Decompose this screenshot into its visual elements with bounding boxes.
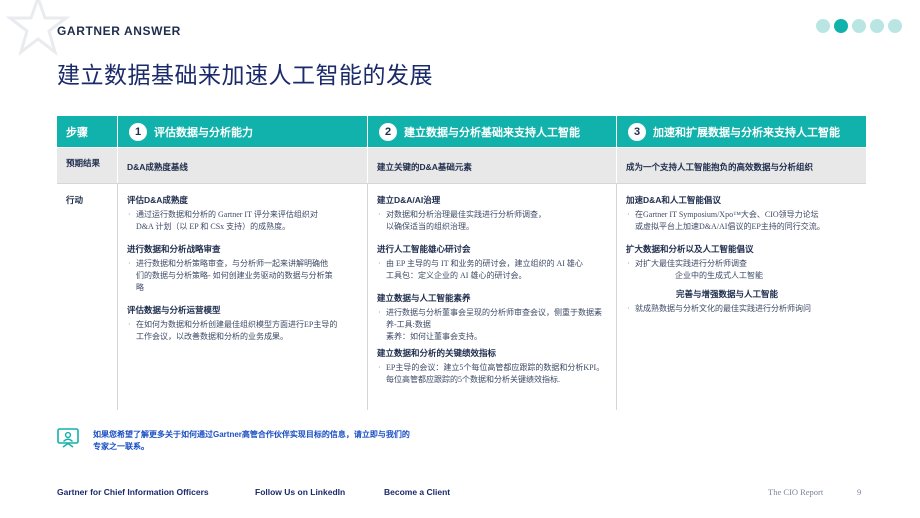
progress-dot [870, 19, 884, 33]
page-number: 9 [857, 487, 862, 497]
brand-name: GARTNER ANSWER [57, 24, 181, 38]
action-bullet: 在如何为数据和分析创建最佳组织模型方面进行EP主导的 工作会议，以改善数据和分析… [127, 319, 367, 343]
action-title: 进行人工智能雄心研讨会 [377, 244, 471, 254]
action-label: 行动 [66, 195, 84, 205]
result-label: 预期结果 [66, 158, 101, 168]
action-title: 完善与增强数据与人工智能 [676, 289, 779, 299]
action-bullet: 由 EP 主导的与 IT 和业务的研讨会，建立组织的 AI 雄心 工具包：定义企… [377, 258, 616, 282]
footer-link-become-client[interactable]: Become a Client [384, 487, 450, 497]
action-title: 评估数据与分析运营模型 [127, 305, 221, 315]
step-number-badge: 3 [628, 122, 646, 141]
step-header-1: 1 评估数据与分析能力 [117, 116, 367, 147]
expected-result-row: 预期结果 D&A成熟度基线 建立关键的D&A基础元素 成为一个支持人工智能抱负的… [57, 147, 866, 183]
action-bullet: 在Gartner IT Symposium/Xpo™大会、CIO领导力论坛 或虚… [626, 209, 866, 233]
action-column-3: 加速D&A和人工智能倡议 在Gartner IT Symposium/Xpo™大… [616, 184, 866, 410]
action-column-2: 建立D&A/AI治理 对数据和分析治理最佳实践进行分析师调查， 以确保适当的组织… [367, 184, 616, 410]
progress-dot [852, 19, 866, 33]
roadmap-table: 步骤 1 评估数据与分析能力 2 建立数据与分析基础来支持人工智能 3 加速和扩… [57, 116, 866, 410]
action-bullet: 进行数据与分析董事会呈现的分析师审查会议，侧重于数据素 养-工具:数据 素养：如… [377, 307, 616, 343]
action-bullet: 对扩大最佳实践进行分析师调查 企业中的生成式人工智能 [626, 258, 866, 282]
step-title: 评估数据与分析能力 [154, 126, 253, 139]
action-title: 建立D&A/AI治理 [377, 195, 441, 205]
progress-dot [888, 19, 902, 33]
step-title: 建立数据与分析基础来支持人工智能 [404, 126, 580, 139]
action-bullet: 通过运行数据和分析的 Gartner IT 评分来评估组织对 D&A 计划（以 … [127, 209, 367, 233]
step-header-2: 2 建立数据与分析基础来支持人工智能 [367, 116, 616, 147]
footer-link-linkedin[interactable]: Follow Us on LinkedIn [255, 487, 345, 497]
footer-link-cio[interactable]: Gartner for Chief Information Officers [57, 487, 209, 497]
report-name: The CIO Report [768, 487, 824, 497]
step-header-3: 3 加速和扩展数据与分析来支持人工智能 [616, 116, 866, 147]
action-title: 建立数据与人工智能素养 [377, 293, 471, 303]
action-bullet: 对数据和分析治理最佳实践进行分析师调查， 以确保适当的组织治理。 [377, 209, 616, 233]
table-header-row: 步骤 1 评估数据与分析能力 2 建立数据与分析基础来支持人工智能 3 加速和扩… [57, 116, 866, 147]
action-title: 评估D&A成熟度 [127, 195, 188, 205]
action-bullet: 进行数据和分析策略审查，与分析师一起来讲解明确他 们的数据与分析策略- 如何创建… [127, 258, 367, 294]
action-bullet: EP主导的会议：建立5个每位高管都应跟踪的数据和分析KPI。 每位高管都应跟踪的… [377, 362, 616, 386]
progress-dots [816, 19, 902, 33]
action-title: 扩大数据和分析以及人工智能倡议 [626, 244, 754, 254]
contact-cta[interactable]: 如果您希望了解更多关于如何通过Gartner高管合作伙伴实现目标的信息，请立即与… [93, 429, 410, 453]
presenter-screen-icon [57, 428, 79, 448]
action-title: 加速D&A和人工智能倡议 [626, 195, 721, 205]
step-title: 加速和扩展数据与分析来支持人工智能 [653, 126, 840, 139]
result-cell: D&A成熟度基线 [117, 148, 367, 183]
step-number-badge: 2 [379, 122, 397, 141]
result-cell: 建立关键的D&A基础元素 [367, 148, 616, 183]
page-title: 建立数据基础来加速人工智能的发展 [57, 62, 433, 88]
result-cell: 成为一个支持人工智能抱负的高效数据与分析组织 [616, 148, 866, 183]
action-bullet: 就成熟数据与分析文化的最佳实践进行分析师询问 [626, 303, 866, 315]
action-title: 建立数据和分析的关键绩效指标 [377, 348, 497, 358]
action-title: 进行数据和分析战略审查 [127, 244, 221, 254]
progress-dot [816, 19, 830, 33]
step-number-badge: 1 [129, 122, 147, 141]
action-row: 行动 评估D&A成熟度 通过运行数据和分析的 Gartner IT 评分来评估组… [57, 183, 866, 410]
progress-dot-active [834, 19, 848, 33]
action-column-1: 评估D&A成熟度 通过运行数据和分析的 Gartner IT 评分来评估组织对 … [117, 184, 367, 410]
header-label: 步骤 [66, 126, 88, 139]
